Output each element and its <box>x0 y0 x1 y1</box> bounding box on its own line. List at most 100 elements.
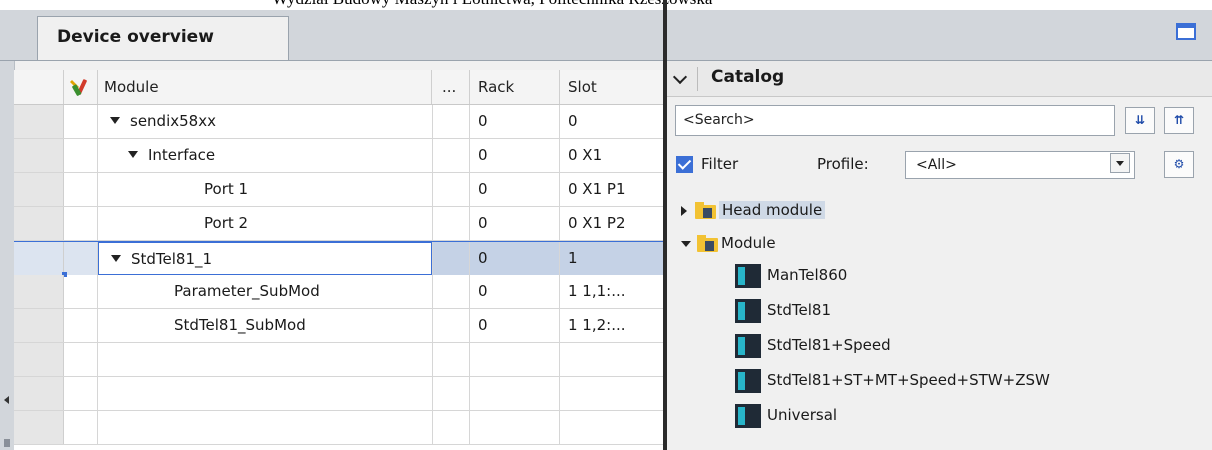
module-icon <box>735 368 761 393</box>
catalog-header[interactable]: Catalog <box>667 61 1212 97</box>
tree-item-module-type[interactable]: StdTel81+Speed <box>735 330 891 360</box>
slot-cell: 0 X1 P1 <box>568 180 626 198</box>
more-cell <box>432 309 470 342</box>
search-down-icon[interactable]: ⇊ <box>1125 107 1155 134</box>
tab-device-overview[interactable]: Device overview <box>37 16 289 60</box>
module-icon <box>735 333 761 358</box>
more-cell <box>432 139 470 172</box>
tree-item-module-type[interactable]: StdTel81 <box>735 295 831 325</box>
dropdown-arrow-icon[interactable] <box>1110 153 1130 173</box>
rack-cell: 0 <box>470 139 560 172</box>
row-selector <box>14 242 64 275</box>
more-cell <box>432 377 470 410</box>
tree-item-module[interactable]: Module <box>681 228 776 258</box>
expand-down-icon[interactable] <box>110 117 120 124</box>
slot-cell: 0 X1 P2 <box>568 214 626 232</box>
profile-select[interactable]: <All> <box>905 151 1135 179</box>
row-icon-cell <box>64 139 98 172</box>
table-row-empty[interactable] <box>14 377 663 411</box>
slot-cell: 1 1,2:... <box>568 316 626 334</box>
module-name: Interface <box>148 146 216 164</box>
caption-text: Wydział Budowy Maszyn i Lotnictwa, Polit… <box>272 0 712 9</box>
module-name: StdTel81_1 <box>131 250 213 268</box>
rack-cell <box>470 343 560 376</box>
row-selector <box>14 343 64 376</box>
document-caption: Wydział Budowy Maszyn i Lotnictwa, Polit… <box>0 0 1212 10</box>
rack-cell: 0 <box>470 242 560 275</box>
catalog-toolbar <box>667 10 1212 61</box>
table-row[interactable]: sendix58xx 0 0 <box>14 105 663 139</box>
expand-down-icon[interactable] <box>111 255 121 262</box>
tree-item-module-type[interactable]: Universal <box>735 400 837 430</box>
tree-item-module-type[interactable]: StdTel81+ST+MT+Speed+STW+ZSW <box>735 365 1050 395</box>
row-selector <box>14 377 64 410</box>
header-module[interactable]: Module <box>98 70 432 104</box>
rack-cell: 0 <box>470 207 560 240</box>
table-row[interactable]: Port 1 0 0 X1 P1 <box>14 173 663 207</box>
row-selector <box>14 411 64 444</box>
module-icon <box>735 298 761 323</box>
table-row-selected[interactable]: StdTel81_1 0 1 <box>14 241 663 275</box>
table-row[interactable]: StdTel81_SubMod 0 1 1,2:... <box>14 309 663 343</box>
collapse-strip[interactable] <box>0 61 15 450</box>
row-icon-cell <box>64 173 98 206</box>
search-up-icon[interactable]: ⇈ <box>1164 107 1194 134</box>
module-cell[interactable]: StdTel81_1 <box>98 242 432 275</box>
slot-cell: 1 1,1:... <box>568 282 626 300</box>
profile-settings-icon[interactable]: ⚙ <box>1164 151 1194 178</box>
collapse-arrow-icon[interactable] <box>4 396 9 404</box>
table-row[interactable]: Parameter_SubMod 0 1 1,1:... <box>14 275 663 309</box>
header-slot[interactable]: Slot <box>560 70 663 104</box>
maximize-icon[interactable] <box>1176 23 1196 40</box>
expand-down-icon[interactable] <box>681 240 691 247</box>
slot-cell: 1 <box>560 242 663 275</box>
tree-label: StdTel81+Speed <box>767 336 891 354</box>
more-cell <box>432 343 470 376</box>
tab-device-overview-label: Device overview <box>57 27 214 47</box>
row-icon-cell <box>64 242 98 275</box>
expand-right-icon[interactable] <box>681 205 687 216</box>
tree-label: StdTel81 <box>767 301 832 319</box>
header-more[interactable]: ... <box>432 70 470 104</box>
wrench-screwdriver-icon <box>70 79 87 96</box>
search-input[interactable]: <Search> <box>675 105 1115 136</box>
tree-label: StdTel81+ST+MT+Speed+STW+ZSW <box>767 371 1050 389</box>
rack-cell: 0 <box>470 309 560 342</box>
row-icon-cell <box>64 309 98 342</box>
header-rack[interactable]: Rack <box>470 70 560 104</box>
module-cell[interactable]: Interface <box>98 139 462 172</box>
row-selector <box>14 207 64 240</box>
rack-cell: 0 <box>470 275 560 308</box>
more-cell <box>432 411 470 444</box>
row-icon-cell <box>64 377 98 410</box>
expand-down-icon[interactable] <box>128 151 138 158</box>
scroll-handle[interactable] <box>4 439 10 447</box>
tree-label: ManTel860 <box>767 266 848 284</box>
tree-item-module-type[interactable]: ManTel860 <box>735 260 847 290</box>
table-row[interactable]: Port 2 0 0 X1 P2 <box>14 207 663 241</box>
table-row-empty[interactable] <box>14 343 663 377</box>
tree-label: Universal <box>767 406 838 424</box>
filter-checkbox[interactable] <box>676 156 693 173</box>
row-icon-cell <box>64 343 98 376</box>
tree-item-head-module[interactable]: Head module <box>681 195 826 225</box>
table-row[interactable]: Interface 0 0 X1 <box>14 139 663 173</box>
rack-cell: 0 <box>470 173 560 206</box>
profile-label: Profile: <box>817 155 869 173</box>
chevron-down-icon[interactable] <box>672 69 688 85</box>
filter-label: Filter <box>701 155 739 173</box>
row-icon-cell <box>64 411 98 444</box>
module-icon <box>735 403 761 428</box>
module-icon <box>735 263 761 288</box>
module-cell[interactable]: sendix58xx <box>98 105 444 138</box>
folder-icon <box>697 235 718 252</box>
more-cell <box>432 207 470 240</box>
tab-strip: Device overview <box>0 10 663 61</box>
device-overview-panel: Device overview Module ... Rack Slot sen… <box>0 10 663 450</box>
row-selector <box>14 309 64 342</box>
table-row-empty[interactable] <box>14 411 663 445</box>
slot-cell: 0 <box>568 112 578 130</box>
more-cell <box>432 242 470 275</box>
filter-row: Filter Profile: <All> ⚙ <box>667 150 1212 182</box>
slot-cell: 0 X1 <box>568 146 603 164</box>
